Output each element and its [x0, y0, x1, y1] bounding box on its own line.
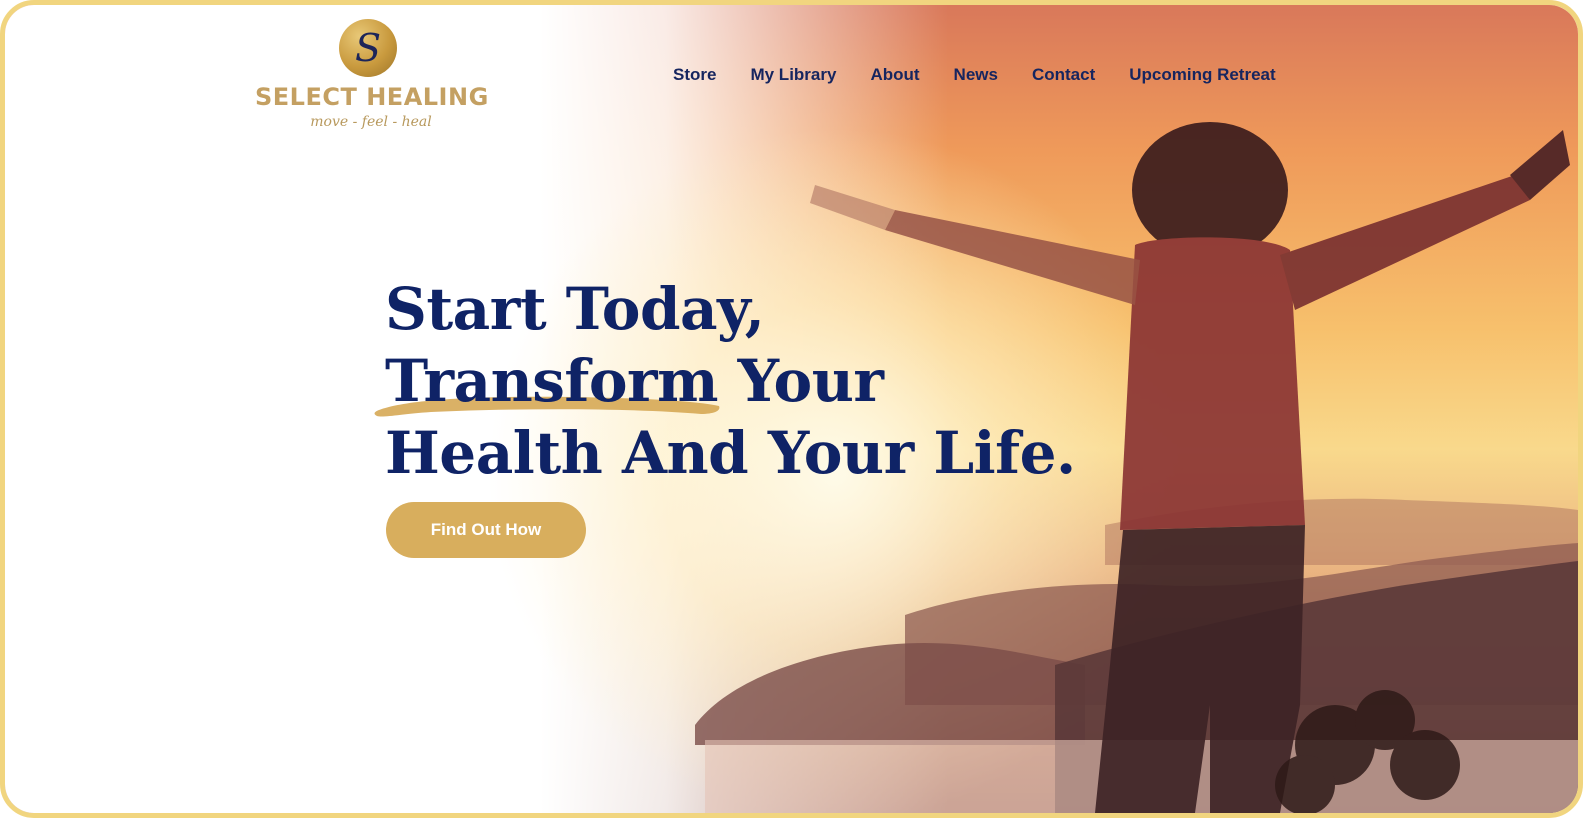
nav-item-news[interactable]: News: [954, 65, 998, 85]
headline-line-2: Transform Your: [385, 347, 884, 415]
logo-tagline: move - feel - heal: [310, 114, 432, 130]
brand-logo[interactable]: S SELECT HEALING move - feel - heal: [255, 13, 489, 138]
nav-item-about[interactable]: About: [870, 65, 919, 85]
main-nav: Store My Library About News Contact Upco…: [673, 65, 1276, 85]
nav-item-upcoming-retreat[interactable]: Upcoming Retreat: [1129, 65, 1275, 85]
headline-line-1: Start Today,: [385, 275, 765, 343]
logo-badge-icon: S: [339, 19, 397, 77]
logo-name: SELECT HEALING: [255, 83, 489, 111]
island-left: [695, 643, 1085, 745]
headline-line-3: Health And Your Life.: [385, 419, 1076, 487]
page-frame: S SELECT HEALING move - feel - heal Stor…: [0, 0, 1583, 818]
logo-letter: S: [354, 26, 382, 70]
hero-headline: Start Today, Transform Your Health And Y…: [385, 273, 1076, 489]
nav-item-my-library[interactable]: My Library: [750, 65, 836, 85]
find-out-how-button[interactable]: Find Out How: [386, 502, 586, 558]
nav-item-contact[interactable]: Contact: [1032, 65, 1095, 85]
nav-item-store[interactable]: Store: [673, 65, 716, 85]
